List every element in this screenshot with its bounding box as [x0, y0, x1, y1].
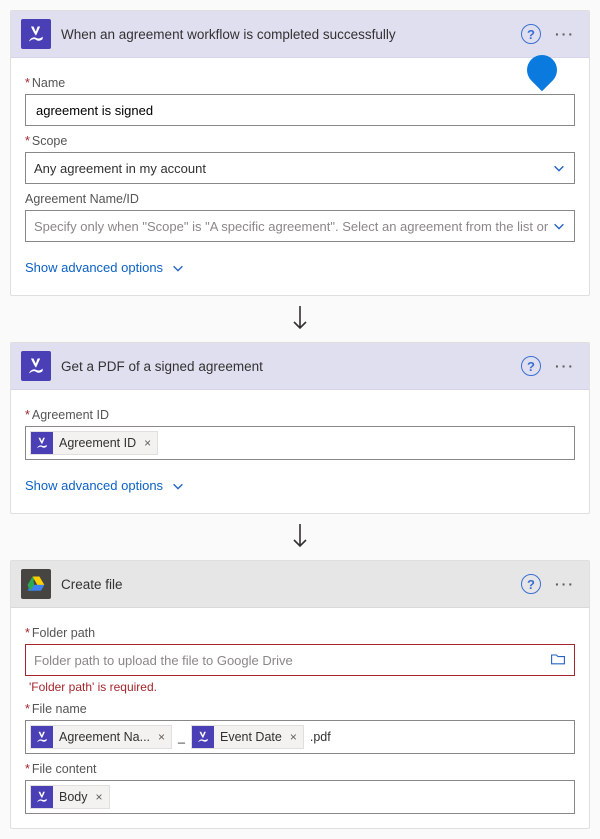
token-label: Body	[59, 790, 88, 804]
token-label: Agreement Na...	[59, 730, 150, 744]
adobe-sign-icon	[31, 786, 53, 808]
help-icon[interactable]: ?	[521, 574, 541, 594]
dynamic-token-agreement-id[interactable]: Agreement ID ×	[30, 431, 158, 455]
more-menu-icon[interactable]: ···	[551, 574, 579, 594]
card-header[interactable]: Get a PDF of a signed agreement ? ···	[11, 343, 589, 390]
chevron-down-icon	[552, 161, 566, 175]
scope-value: Any agreement in my account	[34, 161, 206, 176]
folder-path-input[interactable]: Folder path to upload the file to Google…	[25, 644, 575, 676]
get-pdf-card: Get a PDF of a signed agreement ? ··· *A…	[10, 342, 590, 514]
scope-label: *Scope	[25, 134, 575, 148]
agreement-id-label: *Agreement ID	[25, 408, 575, 422]
show-advanced-toggle[interactable]: Show advanced options	[25, 260, 185, 275]
flow-arrow	[10, 522, 590, 552]
token-remove-icon[interactable]: ×	[96, 790, 103, 804]
dynamic-token-event-date[interactable]: Event Date ×	[191, 725, 304, 749]
card-header[interactable]: When an agreement workflow is completed …	[11, 11, 589, 58]
name-label: *Name	[25, 76, 575, 90]
token-label: Agreement ID	[59, 436, 136, 450]
name-input[interactable]	[25, 94, 575, 126]
scope-dropdown[interactable]: Any agreement in my account	[25, 152, 575, 184]
chevron-down-icon	[171, 261, 185, 275]
card-header[interactable]: Create file ? ···	[11, 561, 589, 608]
card-title: When an agreement workflow is completed …	[61, 27, 521, 42]
dynamic-token-body[interactable]: Body ×	[30, 785, 110, 809]
card-body: *Name *Scope Any agreement in my account…	[11, 58, 589, 295]
folder-picker-icon[interactable]	[550, 652, 566, 669]
adobe-sign-icon	[21, 19, 51, 49]
folder-path-error: 'Folder path' is required.	[29, 680, 575, 694]
file-content-input[interactable]: Body ×	[25, 780, 575, 814]
agreement-id-label: Agreement Name/ID	[25, 192, 575, 206]
token-remove-icon[interactable]: ×	[158, 730, 165, 744]
filename-literal-underscore: _	[176, 730, 187, 744]
chevron-down-icon	[171, 479, 185, 493]
file-content-label: *File content	[25, 762, 575, 776]
folder-path-label: *Folder path	[25, 626, 575, 640]
adobe-sign-icon	[21, 351, 51, 381]
adobe-sign-icon	[192, 726, 214, 748]
card-body: *Folder path Folder path to upload the f…	[11, 608, 589, 828]
adobe-sign-icon	[31, 432, 53, 454]
filename-literal-ext: .pdf	[308, 730, 333, 744]
agreement-id-placeholder: Specify only when "Scope" is "A specific…	[34, 219, 552, 234]
flow-arrow	[10, 304, 590, 334]
card-body: *Agreement ID Agreement ID × Show advanc…	[11, 390, 589, 513]
token-remove-icon[interactable]: ×	[290, 730, 297, 744]
name-input-field[interactable]	[34, 102, 566, 119]
chevron-down-icon	[552, 219, 566, 233]
card-title: Create file	[61, 577, 521, 592]
dynamic-token-agreement-name[interactable]: Agreement Na... ×	[30, 725, 172, 749]
help-icon[interactable]: ?	[521, 24, 541, 44]
file-name-input[interactable]: Agreement Na... × _ Event Date × .pdf	[25, 720, 575, 754]
agreement-id-input[interactable]: Agreement ID ×	[25, 426, 575, 460]
show-advanced-toggle[interactable]: Show advanced options	[25, 478, 185, 493]
agreement-id-dropdown[interactable]: Specify only when "Scope" is "A specific…	[25, 210, 575, 242]
google-drive-icon	[21, 569, 51, 599]
more-menu-icon[interactable]: ···	[551, 356, 579, 376]
file-name-label: *File name	[25, 702, 575, 716]
adobe-sign-icon	[31, 726, 53, 748]
token-remove-icon[interactable]: ×	[144, 436, 151, 450]
more-menu-icon[interactable]: ···	[551, 24, 579, 44]
folder-path-placeholder: Folder path to upload the file to Google…	[34, 653, 550, 668]
card-title: Get a PDF of a signed agreement	[61, 359, 521, 374]
trigger-card: When an agreement workflow is completed …	[10, 10, 590, 296]
create-file-card: Create file ? ··· *Folder path Folder pa…	[10, 560, 590, 829]
help-icon[interactable]: ?	[521, 356, 541, 376]
token-label: Event Date	[220, 730, 282, 744]
